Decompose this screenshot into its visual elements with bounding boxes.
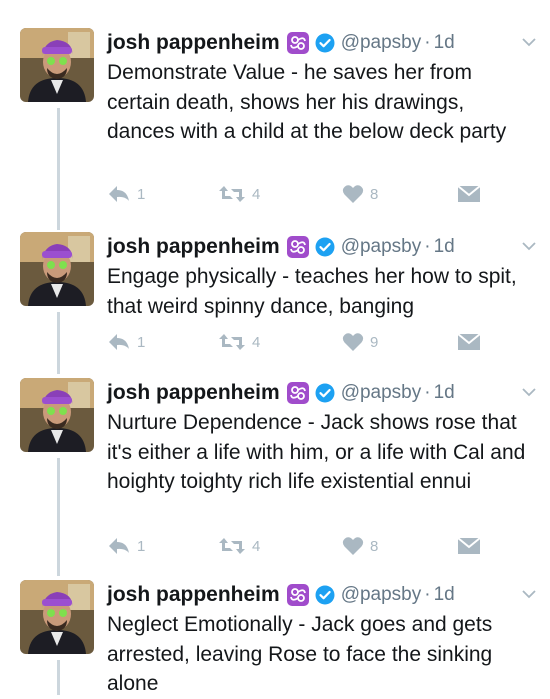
chevron-down-icon[interactable] xyxy=(522,384,536,397)
timestamp[interactable]: 1d xyxy=(434,236,455,258)
like-count: 8 xyxy=(370,185,379,203)
verified-badge-icon xyxy=(315,585,335,605)
envelope-icon xyxy=(457,537,481,554)
tweet-text: Engage physically - teaches her how to s… xyxy=(107,265,517,318)
reply-count: 1 xyxy=(137,333,146,351)
author-name[interactable]: josh pappenheim xyxy=(107,235,280,259)
avatar[interactable] xyxy=(20,580,94,654)
like-button[interactable]: 8 xyxy=(342,536,378,556)
reply-button[interactable]: 1 xyxy=(107,536,145,556)
reply-button[interactable]: 1 xyxy=(107,184,145,204)
separator-dot: · xyxy=(424,584,431,605)
tweet-actions: 1 4 9 xyxy=(107,332,507,356)
tweet-text: Nurture Dependence - Jack shows rose tha… xyxy=(107,411,526,493)
retweet-count: 4 xyxy=(252,537,261,555)
verified-badge-icon xyxy=(315,383,335,403)
heart-icon xyxy=(342,185,364,203)
thread-connector xyxy=(57,660,60,695)
author-name[interactable]: josh pappenheim xyxy=(107,583,280,607)
like-count: 8 xyxy=(370,537,379,555)
reply-button[interactable]: 1 xyxy=(107,332,145,352)
reply-icon xyxy=(109,186,129,202)
like-count: 9 xyxy=(370,333,379,351)
author-name[interactable]: josh pappenheim xyxy=(107,31,280,55)
verified-badge-icon xyxy=(315,237,335,257)
retweet-count: 4 xyxy=(252,185,261,203)
retweet-button[interactable]: 4 xyxy=(218,536,260,556)
cancer-zodiac-icon xyxy=(286,584,309,606)
timestamp[interactable]: 1d xyxy=(434,32,455,54)
author-handle[interactable]: @papsby xyxy=(341,584,422,606)
direct-message-button[interactable] xyxy=(457,536,481,556)
separator-dot: · xyxy=(424,32,431,53)
retweet-button[interactable]: 4 xyxy=(218,184,260,204)
tweet-actions: 1 4 8 xyxy=(107,536,507,560)
retweet-icon xyxy=(219,538,245,554)
reply-icon xyxy=(109,334,129,350)
envelope-icon xyxy=(457,333,481,350)
heart-icon xyxy=(342,333,364,351)
envelope-icon xyxy=(457,185,481,202)
like-button[interactable]: 9 xyxy=(342,332,378,352)
retweet-button[interactable]: 4 xyxy=(218,332,260,352)
thread-connector xyxy=(57,312,60,374)
cancer-zodiac-icon xyxy=(286,32,309,54)
reply-count: 1 xyxy=(137,185,146,203)
author-handle[interactable]: @papsby xyxy=(341,32,422,54)
tweet-text: Demonstrate Value - he saves her from ce… xyxy=(107,61,507,143)
avatar[interactable] xyxy=(20,378,94,452)
cancer-zodiac-icon xyxy=(286,236,309,258)
author-handle[interactable]: @papsby xyxy=(341,236,422,258)
tweet-text: Neglect Emotionally - Jack goes and gets… xyxy=(107,613,493,695)
tweet-header: josh pappenheim @papsby · 1d xyxy=(107,234,455,260)
verified-badge-icon xyxy=(315,33,335,53)
reply-icon xyxy=(109,538,129,554)
timestamp[interactable]: 1d xyxy=(434,584,455,606)
chevron-down-icon[interactable] xyxy=(522,238,536,251)
tweet-actions: 1 4 8 xyxy=(107,184,507,208)
separator-dot: · xyxy=(424,236,431,257)
author-name[interactable]: josh pappenheim xyxy=(107,381,280,405)
avatar[interactable] xyxy=(20,28,94,102)
retweet-icon xyxy=(219,186,245,202)
timestamp[interactable]: 1d xyxy=(434,382,455,404)
direct-message-button[interactable] xyxy=(457,184,481,204)
avatar[interactable] xyxy=(20,232,94,306)
author-handle[interactable]: @papsby xyxy=(341,382,422,404)
tweet-header: josh pappenheim @papsby · 1d xyxy=(107,30,455,56)
heart-icon xyxy=(342,537,364,555)
tweet-header: josh pappenheim @papsby · 1d xyxy=(107,380,455,406)
separator-dot: · xyxy=(424,382,431,403)
retweet-count: 4 xyxy=(252,333,261,351)
direct-message-button[interactable] xyxy=(457,332,481,352)
thread-connector xyxy=(57,458,60,576)
thread-connector xyxy=(57,108,60,230)
chevron-down-icon[interactable] xyxy=(522,34,536,47)
reply-count: 1 xyxy=(137,537,146,555)
chevron-down-icon[interactable] xyxy=(522,586,536,599)
like-button[interactable]: 8 xyxy=(342,184,378,204)
tweet-header: josh pappenheim @papsby · 1d xyxy=(107,582,455,608)
retweet-icon xyxy=(219,334,245,350)
tweet-thread: josh pappenheim @papsby · 1d Demonstrate… xyxy=(0,0,550,695)
cancer-zodiac-icon xyxy=(286,382,309,404)
